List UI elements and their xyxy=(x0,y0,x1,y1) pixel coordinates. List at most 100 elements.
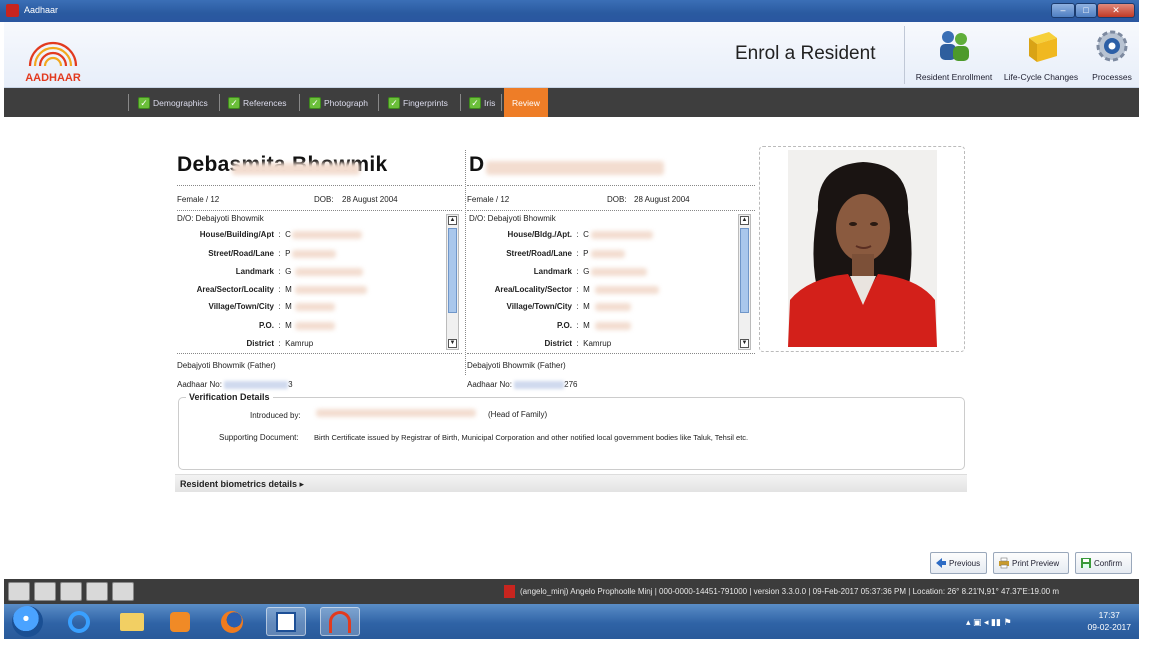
tab-label: Fingerprints xyxy=(403,97,448,108)
logo-text: AADHAAR xyxy=(25,72,81,84)
system-tray[interactable]: ▴ ▣ ◂ ▮▮ ⚑ xyxy=(966,617,1012,628)
internet-explorer-icon[interactable] xyxy=(59,607,99,636)
process-life-cycle-changes[interactable]: Life-Cycle Changes xyxy=(998,26,1084,82)
redaction xyxy=(295,268,363,276)
aadhaar-right: Aadhaar No: 276 xyxy=(467,380,578,389)
previous-button[interactable]: Previous xyxy=(930,552,987,574)
maximize-button[interactable]: □ xyxy=(1075,3,1097,18)
tab-label: Photograph xyxy=(324,97,368,108)
supporting-label: Supporting Document: xyxy=(219,433,299,442)
address-row: Street/Road/Lane : P xyxy=(208,249,291,258)
tab-divider xyxy=(299,94,300,111)
divider xyxy=(177,185,462,186)
check-icon: ✓ xyxy=(309,96,321,109)
close-button[interactable]: ✕ xyxy=(1097,3,1135,18)
system-clock[interactable]: 17:37 09-02-2017 xyxy=(1088,609,1131,633)
address-scrollbar-left[interactable]: ▲ ▼ xyxy=(446,214,459,350)
redaction xyxy=(595,303,631,311)
eye-icon[interactable] xyxy=(60,582,82,601)
redaction xyxy=(292,231,362,239)
clock-time: 17:37 xyxy=(1098,610,1120,620)
aadhaar-app-icon[interactable] xyxy=(320,607,360,636)
settings-icon[interactable] xyxy=(112,582,134,601)
address-row: P.O. : M xyxy=(557,321,590,330)
check-icon: ✓ xyxy=(469,96,481,109)
app-icon xyxy=(6,4,19,17)
redaction xyxy=(295,322,335,330)
redaction xyxy=(486,161,664,175)
dob-value-right: 28 August 2004 xyxy=(634,195,690,204)
redaction xyxy=(232,163,360,175)
print-preview-button[interactable]: Print Preview xyxy=(993,552,1069,574)
printer-icon[interactable] xyxy=(86,582,108,601)
tab-fingerprints[interactable]: ✓ Fingerprints xyxy=(388,88,448,117)
tab-divider xyxy=(128,94,129,111)
firefox-icon[interactable] xyxy=(212,607,252,636)
scroll-thumb[interactable] xyxy=(448,228,457,313)
redaction xyxy=(595,286,659,294)
window-title: Aadhaar xyxy=(24,5,59,15)
relation-left: D/O: Debajyoti Bhowmik xyxy=(177,214,264,223)
confirm-button[interactable]: Confirm xyxy=(1075,552,1132,574)
status-bar: (angelo_minj) Angelo Prophoolle Minj | 0… xyxy=(4,579,1139,604)
dob-label: DOB: xyxy=(314,195,334,204)
divider xyxy=(177,353,462,354)
tab-iris[interactable]: ✓ Iris xyxy=(469,88,495,117)
address-row: Landmark : G xyxy=(235,267,292,276)
address-row: Area/Sector/Locality : M xyxy=(196,285,292,294)
tab-review[interactable]: Review xyxy=(504,88,548,117)
address-row: Street/Road/Lane : P xyxy=(506,249,589,258)
scroll-up-icon[interactable]: ▲ xyxy=(448,216,457,225)
app-header: AADHAAR Enrol a Resident Resident Enroll… xyxy=(4,22,1139,88)
divider xyxy=(467,210,755,211)
file-explorer-icon[interactable] xyxy=(112,607,152,636)
tab-photograph[interactable]: ✓ Photograph xyxy=(309,88,368,117)
page-heading: Enrol a Resident xyxy=(735,43,876,64)
scroll-down-icon[interactable]: ▼ xyxy=(740,339,749,348)
media-player-icon[interactable] xyxy=(160,607,200,636)
minimize-button[interactable]: – xyxy=(1051,3,1075,18)
scroll-down-icon[interactable]: ▼ xyxy=(448,339,457,348)
redaction xyxy=(595,322,631,330)
scroll-up-icon[interactable]: ▲ xyxy=(740,216,749,225)
redaction xyxy=(316,409,476,417)
operator-icon[interactable] xyxy=(8,582,30,601)
redaction xyxy=(292,250,336,258)
dob-label-right: DOB: xyxy=(607,195,627,204)
address-left: House/Building/Apt : C Street/Road/Lane … xyxy=(177,224,447,352)
process-processes[interactable]: Processes xyxy=(1087,26,1137,82)
address-row: Village/Town/City : M xyxy=(208,302,292,311)
printer-icon xyxy=(999,557,1009,569)
address-row: Area/Locality/Sector : M xyxy=(494,285,590,294)
process-resident-enrollment[interactable]: Resident Enrollment xyxy=(911,26,997,82)
address-row: House/Building/Apt : C xyxy=(199,230,291,239)
tab-demographics[interactable]: ✓ Demographics xyxy=(138,88,208,117)
start-button[interactable] xyxy=(12,606,43,637)
relation-right: D/O: Debajyoti Bhowmik xyxy=(469,214,556,223)
process-label: Processes xyxy=(1092,72,1132,82)
address-scrollbar-right[interactable]: ▲ ▼ xyxy=(738,214,751,350)
redaction xyxy=(295,303,335,311)
divider xyxy=(177,210,462,211)
check-icon: ✓ xyxy=(388,96,400,109)
address-row: P.O. : M xyxy=(259,321,292,330)
biometrics-label: Resident biometrics details ▸ xyxy=(180,479,305,489)
verification-title: Verification Details xyxy=(186,392,273,402)
biometrics-details-toggle[interactable]: Resident biometrics details ▸ xyxy=(175,474,967,492)
document-app-icon[interactable] xyxy=(266,607,306,636)
address-row: Village/Town/City : M xyxy=(506,302,590,311)
resident-photo xyxy=(788,150,937,347)
clock-date: 09-02-2017 xyxy=(1087,622,1131,632)
tab-label: Demographics xyxy=(153,97,208,108)
tab-divider xyxy=(501,94,502,111)
redaction xyxy=(591,250,625,258)
tab-divider xyxy=(219,94,220,111)
arrow-left-icon xyxy=(936,558,946,568)
document-icon[interactable] xyxy=(34,582,56,601)
column-divider xyxy=(465,150,466,375)
tab-references[interactable]: ✓ References xyxy=(228,88,286,117)
dob-value: 28 August 2004 xyxy=(342,195,398,204)
scroll-thumb[interactable] xyxy=(740,228,749,313)
process-label: Resident Enrollment xyxy=(915,72,993,82)
aadhaar-logo: AADHAAR xyxy=(25,41,81,84)
